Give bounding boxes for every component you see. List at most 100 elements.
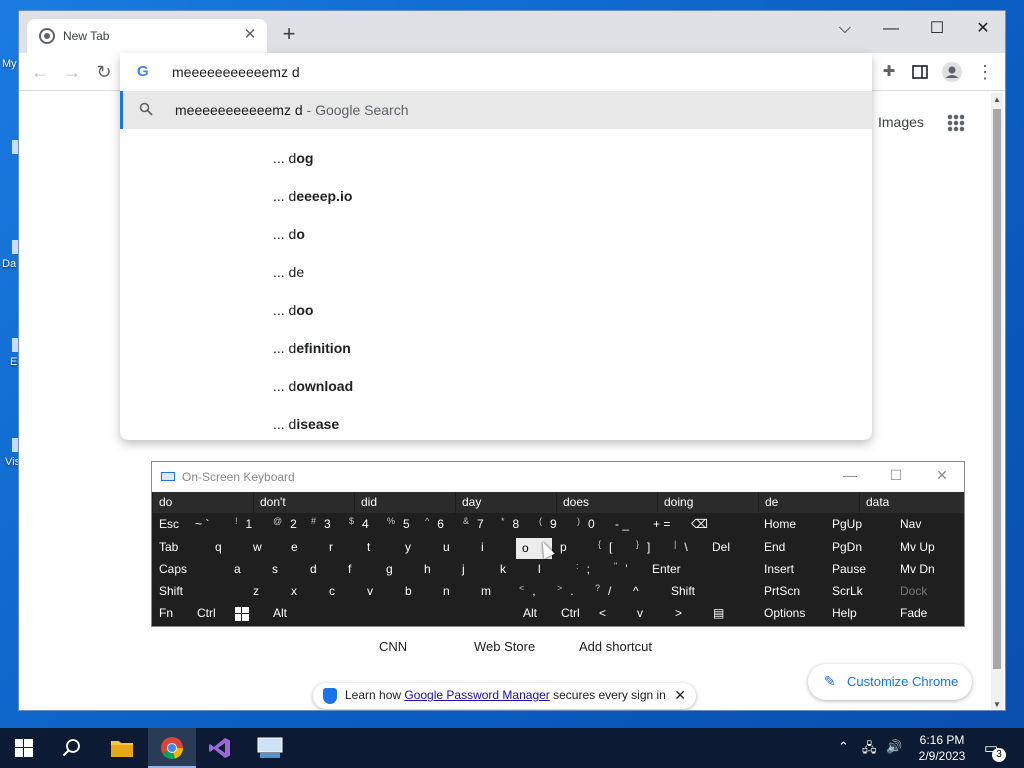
key-3[interactable]: #3: [305, 514, 343, 535]
key-b[interactable]: b: [399, 581, 437, 602]
key-ctrl-right[interactable]: Ctrl: [555, 603, 593, 624]
omnibox-suggestion[interactable]: ... disease: [273, 416, 339, 432]
key-left-arrow-icon[interactable]: <: [593, 603, 631, 624]
key-equals[interactable]: + =: [647, 514, 685, 535]
file-explorer-icon[interactable]: [98, 728, 146, 768]
key-p[interactable]: p: [554, 537, 592, 558]
key-4[interactable]: $4: [343, 514, 381, 535]
prediction-key[interactable]: do: [153, 492, 253, 513]
key-h[interactable]: h: [418, 559, 456, 580]
key-slash[interactable]: ? /: [589, 581, 627, 602]
key-space[interactable]: [305, 603, 517, 624]
prediction-key[interactable]: day: [456, 492, 556, 513]
key-mv-up[interactable]: Mv Up: [894, 537, 964, 558]
shortcut-cnn[interactable]: CNN: [379, 639, 407, 654]
key-fade[interactable]: Fade: [894, 603, 964, 624]
key-alt-left[interactable]: Alt: [267, 603, 305, 624]
volume-icon[interactable]: 🔊: [886, 739, 902, 755]
start-button[interactable]: [0, 728, 48, 768]
key-menu-icon[interactable]: ▤: [707, 603, 753, 624]
omnibox-suggestion[interactable]: ... doo: [273, 302, 313, 318]
key-j[interactable]: j: [456, 559, 494, 580]
side-panel-icon[interactable]: [907, 59, 933, 85]
key-r[interactable]: r: [323, 537, 361, 558]
key-up-arrow-icon[interactable]: ^: [627, 581, 665, 602]
forward-arrow-icon[interactable]: →: [59, 59, 85, 85]
key-help[interactable]: Help: [826, 603, 894, 624]
key-9[interactable]: (9: [533, 514, 571, 535]
prediction-key[interactable]: de: [759, 492, 859, 513]
omnibox-suggestion[interactable]: ... deeeep.io: [273, 188, 352, 204]
osk-maximize-button[interactable]: ☐: [884, 467, 908, 484]
omnibox-search-suggestion[interactable]: meeeeeeeeeeemz d - Google Search: [120, 91, 872, 129]
key-f[interactable]: f: [342, 559, 380, 580]
key-8[interactable]: * 8: [495, 514, 533, 535]
prediction-key[interactable]: does: [557, 492, 657, 513]
key-semicolon[interactable]: :;: [570, 559, 608, 580]
osk-minimize-button[interactable]: —: [838, 467, 862, 483]
prediction-key[interactable]: don't: [254, 492, 354, 513]
desktop-icon-label[interactable]: Da: [2, 258, 16, 270]
key-t[interactable]: t: [361, 537, 399, 558]
key-d[interactable]: d: [304, 559, 342, 580]
address-bar[interactable]: G meeeeeeeeeeemz d: [120, 53, 872, 91]
key-insert[interactable]: Insert: [758, 559, 826, 580]
maximize-button[interactable]: ☐: [919, 15, 955, 43]
back-arrow-icon[interactable]: ←: [27, 59, 53, 85]
key-backspace-icon[interactable]: ⌫: [685, 514, 753, 535]
key-tilde[interactable]: ~ `: [189, 514, 229, 535]
profile-avatar-icon[interactable]: [939, 59, 965, 85]
key-s[interactable]: s: [266, 559, 304, 580]
apps-grid-icon[interactable]: [947, 114, 965, 132]
key-options[interactable]: Options: [758, 603, 826, 624]
key-x[interactable]: x: [285, 581, 323, 602]
visual-studio-icon[interactable]: [196, 728, 244, 768]
key-windows-icon[interactable]: [229, 603, 267, 624]
key-minus[interactable]: - _: [609, 514, 647, 535]
clock[interactable]: 6:16 PM 2/9/2023: [912, 732, 972, 764]
key-comma[interactable]: <,: [513, 581, 551, 602]
desktop-icon-label[interactable]: E: [10, 356, 17, 368]
page-scrollbar[interactable]: ▲ ▼: [991, 93, 1003, 710]
tab-search-button[interactable]: ⌵: [827, 15, 863, 43]
key-1[interactable]: ! 1: [229, 514, 267, 535]
prediction-key[interactable]: doing: [658, 492, 758, 513]
key-6[interactable]: ^ 6: [419, 514, 457, 535]
password-manager-link[interactable]: Google Password Manager: [404, 688, 549, 702]
key-u[interactable]: u: [437, 537, 475, 558]
add-shortcut[interactable]: Add shortcut: [579, 639, 652, 654]
key-backslash[interactable]: | \: [668, 537, 706, 558]
key-quote[interactable]: " ': [608, 559, 646, 580]
scroll-up-arrow-icon[interactable]: ▲: [991, 95, 1003, 104]
omnibox-suggestion[interactable]: ... de: [273, 264, 304, 280]
key-shift-left[interactable]: Shift: [153, 581, 247, 602]
key-q[interactable]: q: [209, 537, 247, 558]
scroll-down-arrow-icon[interactable]: ▼: [991, 700, 1003, 709]
chrome-taskbar-icon[interactable]: [148, 728, 196, 768]
key-enter[interactable]: Enter: [646, 559, 753, 580]
key-tab[interactable]: Tab: [153, 537, 207, 558]
key-mv-dn[interactable]: Mv Dn: [894, 559, 964, 580]
new-tab-button[interactable]: +: [277, 23, 301, 47]
minimize-button[interactable]: —: [873, 15, 909, 43]
key-home[interactable]: Home: [758, 514, 826, 535]
key-g[interactable]: g: [380, 559, 418, 580]
key-fn[interactable]: Fn: [153, 603, 191, 624]
show-hidden-icons-chevron-icon[interactable]: ⌃: [838, 739, 849, 755]
osk-close-button[interactable]: ✕: [930, 467, 954, 484]
images-link[interactable]: Images: [878, 114, 924, 130]
key-0[interactable]: ) 0: [571, 514, 609, 535]
search-taskbar-icon[interactable]: [48, 728, 96, 768]
key-l[interactable]: l: [532, 559, 570, 580]
tab-close-icon[interactable]: ✕: [241, 26, 259, 44]
key-nav[interactable]: Nav: [894, 514, 964, 535]
key-z[interactable]: z: [247, 581, 285, 602]
key-pgdn[interactable]: PgDn: [826, 537, 894, 558]
customize-chrome-button[interactable]: ✎ Customize Chrome: [808, 664, 972, 700]
key-2[interactable]: @2: [267, 514, 305, 535]
close-promo-icon[interactable]: ✕: [674, 687, 686, 704]
menu-kebab-icon[interactable]: ⋮: [972, 59, 998, 85]
close-window-button[interactable]: ✕: [965, 15, 1001, 43]
omnibox-suggestion[interactable]: ... download: [273, 378, 353, 394]
key-e[interactable]: e: [285, 537, 323, 558]
